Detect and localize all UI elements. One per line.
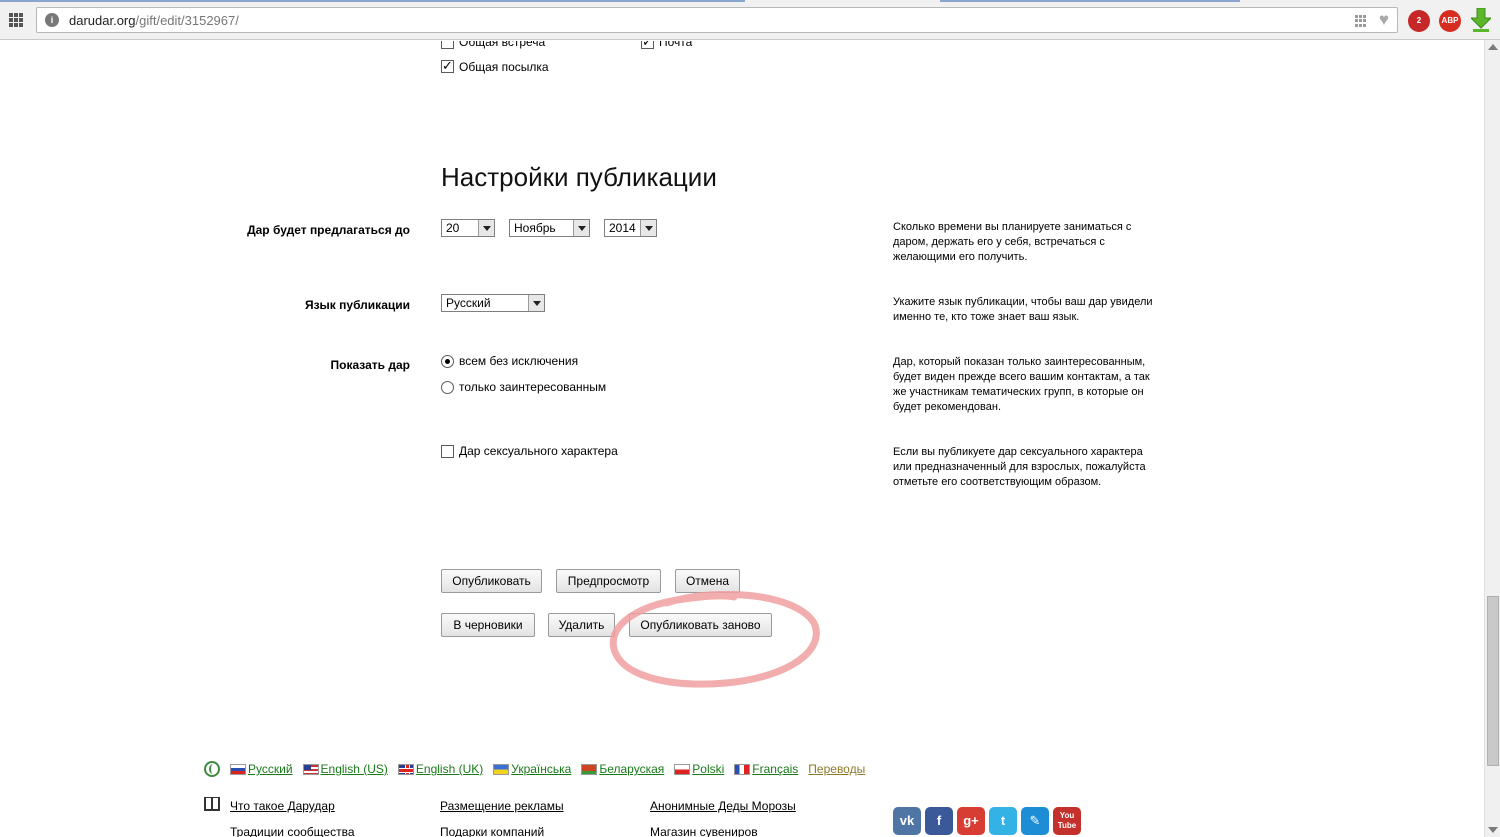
- russia-flag-icon: [230, 763, 246, 775]
- visibility-interested-radio[interactable]: [441, 381, 454, 394]
- chevron-down-icon: [528, 295, 544, 311]
- google-plus-icon[interactable]: g+: [957, 807, 985, 835]
- delete-button[interactable]: Удалить: [548, 613, 615, 637]
- parcel-label: Общая посылка: [459, 60, 549, 74]
- language-bar: Русский English (US) English (UK) Україн…: [204, 760, 865, 778]
- adblock-icon[interactable]: ABP: [1439, 10, 1461, 32]
- uk-flag-icon: [397, 763, 414, 775]
- page-scrollbar[interactable]: [1484, 40, 1500, 837]
- chevron-down-icon: [478, 220, 494, 236]
- mail-label: Почта: [659, 41, 693, 49]
- facebook-icon[interactable]: f: [925, 807, 953, 835]
- vk-icon[interactable]: vk: [893, 807, 921, 835]
- book-icon: [204, 797, 220, 811]
- footer-link-traditions[interactable]: Традиции сообщества: [230, 825, 355, 837]
- livejournal-icon[interactable]: ✎: [1021, 807, 1049, 835]
- adult-checkbox[interactable]: [441, 445, 454, 458]
- youtube-icon[interactable]: You Tube: [1053, 807, 1081, 835]
- ukraine-flag-icon: [493, 763, 510, 775]
- footer-link-souvenir-shop[interactable]: Магазин сувениров: [650, 825, 758, 837]
- cancel-button[interactable]: Отмена: [675, 569, 740, 593]
- belarus-flag-icon: [581, 763, 598, 775]
- language-select[interactable]: Русский: [441, 294, 545, 312]
- lang-link-en-uk[interactable]: English (UK): [416, 762, 483, 776]
- drafts-button[interactable]: В черновики: [441, 613, 535, 637]
- lang-item-translations[interactable]: Переводы: [808, 762, 865, 776]
- browser-toolbar: i darudar.org/gift/edit/3152967/ ♥ 2 ABP: [0, 0, 1500, 40]
- lang-link-by[interactable]: Беларуская: [599, 762, 664, 776]
- url-text[interactable]: darudar.org/gift/edit/3152967/: [69, 13, 239, 28]
- adult-label: Дар сексуального характера: [459, 444, 618, 458]
- year-select-value: 2014: [609, 221, 636, 235]
- day-select[interactable]: 20: [441, 219, 495, 237]
- poland-flag-icon: [674, 763, 691, 775]
- youtube-icon-top: You: [1059, 811, 1075, 820]
- tab-strip-edge: [0, 0, 745, 2]
- lang-item-ua[interactable]: Українська: [493, 762, 571, 776]
- republish-button[interactable]: Опубликовать заново: [629, 613, 772, 637]
- annotation-circle: [609, 591, 820, 688]
- heart-icon[interactable]: ♥: [1379, 11, 1389, 29]
- lang-item-en-uk[interactable]: English (UK): [397, 762, 483, 776]
- visibility-all-label: всем без исключения: [459, 354, 579, 368]
- address-bar[interactable]: i darudar.org/gift/edit/3152967/ ♥: [36, 7, 1398, 33]
- tab-strip-edge: [940, 0, 1240, 2]
- page-content: Общая встреча Почта Общая посылка Настро…: [0, 41, 1484, 837]
- france-flag-icon: [734, 763, 751, 775]
- language-hint: Укажите язык публикации, чтобы ваш дар у…: [893, 296, 1153, 323]
- bookmarks-grid-icon[interactable]: [1355, 15, 1367, 27]
- extension-alert-icon[interactable]: 2: [1408, 10, 1430, 32]
- translations-link[interactable]: Переводы: [808, 762, 865, 776]
- meeting-checkbox[interactable]: [441, 41, 454, 49]
- visibility-interested-label: только заинтересованным: [459, 380, 607, 394]
- chevron-down-icon: [640, 220, 656, 236]
- parcel-checkbox[interactable]: [441, 58, 454, 74]
- scroll-thumb[interactable]: [1487, 596, 1499, 766]
- visibility-hint: Дар, который показан только заинтересова…: [893, 356, 1150, 413]
- lang-link-ua[interactable]: Українська: [511, 762, 571, 776]
- section-title: Настройки публикации: [441, 162, 717, 192]
- meeting-label: Общая встреча: [459, 41, 546, 49]
- lang-item-fr[interactable]: Français: [734, 762, 798, 776]
- language-select-value: Русский: [446, 296, 491, 310]
- month-select-value: Ноябрь: [514, 221, 556, 235]
- publish-button[interactable]: Опубликовать: [441, 569, 542, 593]
- lang-item-by[interactable]: Беларуская: [581, 762, 664, 776]
- apps-grid-icon[interactable]: [9, 13, 23, 27]
- lang-link-ru[interactable]: Русский: [248, 762, 293, 776]
- chevron-down-icon: [573, 220, 589, 236]
- youtube-icon-bottom: Tube: [1057, 821, 1077, 830]
- visibility-label: Показать дар: [330, 358, 410, 372]
- offer-until-label: Дар будет предлагаться до: [247, 223, 410, 237]
- lang-link-fr[interactable]: Français: [752, 762, 798, 776]
- social-links: vk f g+ t ✎ You Tube: [893, 807, 1081, 835]
- footer-link-ads[interactable]: Размещение рекламы: [440, 799, 564, 813]
- site-info-icon[interactable]: i: [45, 13, 59, 27]
- footer-link-anonymous-santas[interactable]: Анонимные Деды Морозы: [650, 799, 796, 813]
- lang-link-en-us[interactable]: English (US): [321, 762, 388, 776]
- mail-checkbox[interactable]: [641, 41, 654, 50]
- lang-item-pl[interactable]: Polski: [674, 762, 724, 776]
- lang-link-pl[interactable]: Polski: [692, 762, 724, 776]
- month-select[interactable]: Ноябрь: [509, 219, 590, 237]
- visibility-all-radio[interactable]: [441, 355, 454, 368]
- year-select[interactable]: 2014: [604, 219, 657, 237]
- day-select-value: 20: [446, 221, 460, 235]
- footer-link-company-gifts[interactable]: Подарки компаний: [440, 825, 544, 837]
- adult-hint: Если вы публикуете дар сексуального хара…: [893, 446, 1146, 488]
- scroll-down-arrow-icon[interactable]: [1488, 827, 1498, 833]
- download-arrow-icon[interactable]: [1471, 8, 1491, 32]
- lang-item-en-us[interactable]: English (US): [302, 762, 388, 776]
- usa-flag-icon: [302, 763, 319, 775]
- twitter-icon[interactable]: t: [989, 807, 1017, 835]
- scroll-up-arrow-icon[interactable]: [1488, 44, 1498, 50]
- globe-icon: [204, 761, 220, 777]
- preview-button[interactable]: Предпросмотр: [556, 569, 661, 593]
- footer-link-about[interactable]: Что такое Дарудар: [230, 799, 335, 813]
- language-label: Язык публикации: [304, 298, 410, 312]
- offer-until-hint: Сколько времени вы планируете заниматься…: [893, 221, 1132, 263]
- lang-item-ru[interactable]: Русский: [230, 762, 293, 776]
